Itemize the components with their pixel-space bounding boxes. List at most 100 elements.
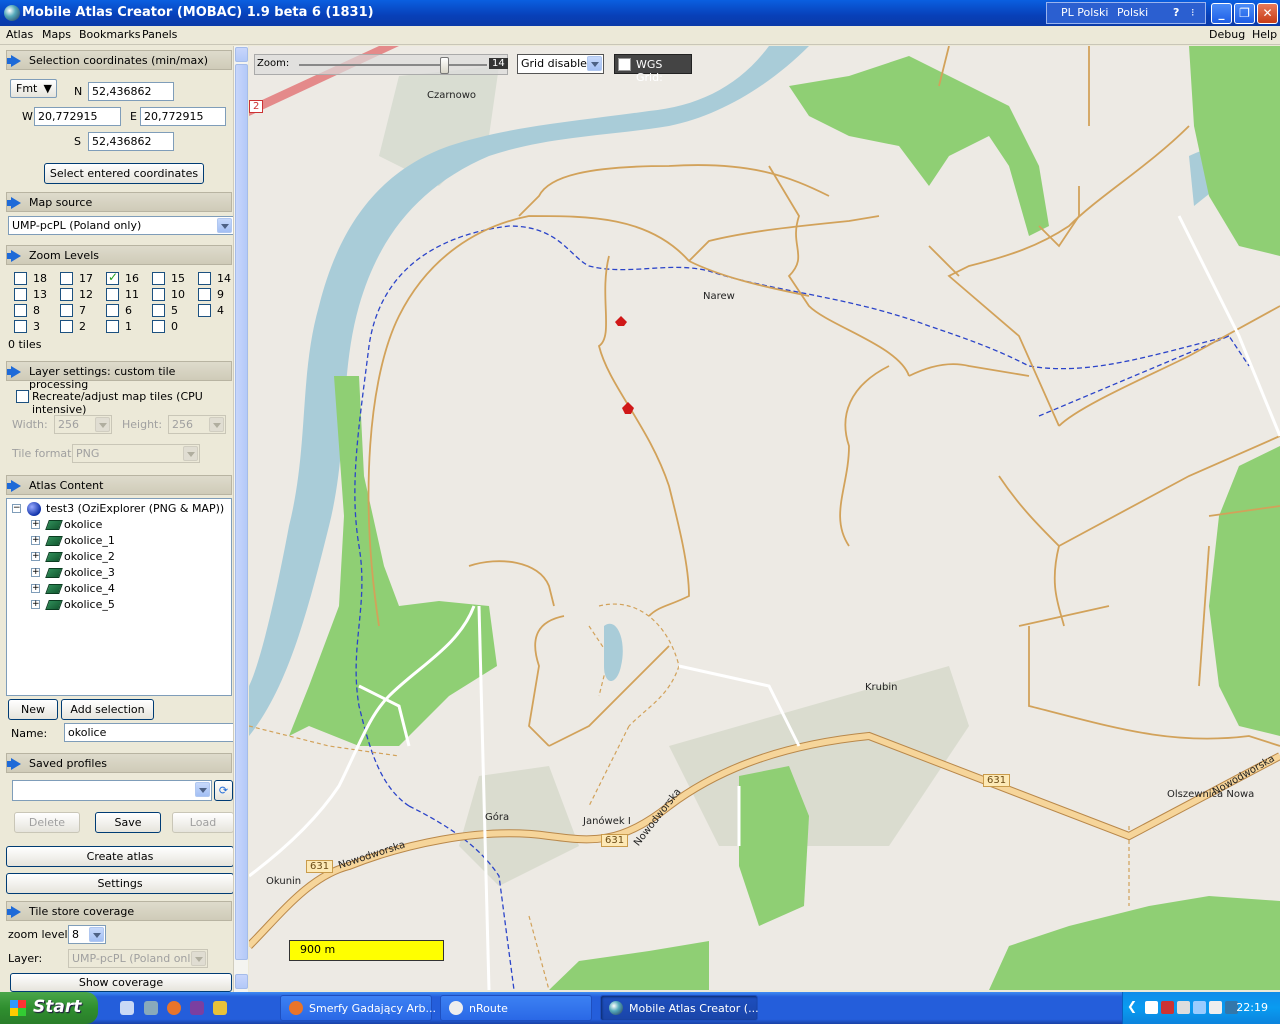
- zoom-slider-track[interactable]: [299, 64, 487, 66]
- wgs-grid-checkbox[interactable]: [618, 58, 631, 71]
- atlas-layer-item[interactable]: okolice_4: [64, 582, 115, 595]
- coverage-layer-select[interactable]: UMP-pcPL (Poland only): [68, 949, 208, 968]
- zoom-level-checkbox[interactable]: [152, 288, 165, 301]
- tray-network-icon[interactable]: [1177, 1001, 1190, 1014]
- zoom-level-checkbox[interactable]: [152, 272, 165, 285]
- layer-settings-header[interactable]: Layer settings: custom tile processing: [6, 361, 232, 391]
- profiles-select[interactable]: [12, 780, 212, 801]
- north-input[interactable]: 52,436862: [88, 82, 174, 101]
- zoom-level-checkbox[interactable]: [106, 304, 119, 317]
- expand-icon[interactable]: +: [31, 552, 40, 561]
- save-profile-button[interactable]: Save: [95, 812, 161, 833]
- atlas-layer-item[interactable]: okolice_5: [64, 598, 115, 611]
- settings-button[interactable]: Settings: [6, 873, 234, 894]
- map-source-header[interactable]: Map source: [6, 192, 232, 212]
- zoom-levels-header[interactable]: Zoom Levels: [6, 245, 232, 265]
- title-bar[interactable]: Mobile Atlas Creator (MOBAC) 1.9 beta 6 …: [0, 0, 1280, 26]
- show-coverage-button[interactable]: Show coverage: [10, 973, 232, 992]
- zoom-level-checkbox[interactable]: [14, 288, 27, 301]
- new-button[interactable]: New: [8, 699, 58, 720]
- keyboard-polski[interactable]: Polski: [1117, 6, 1148, 19]
- select-coordinates-button[interactable]: Select entered coordinates: [44, 163, 204, 184]
- menu-bookmarks[interactable]: Bookmarks: [79, 28, 140, 41]
- atlas-name-input[interactable]: okolice: [64, 723, 234, 742]
- langbar-options-icon[interactable]: ⁝: [1191, 6, 1195, 19]
- tray-expand-icon[interactable]: ❮: [1127, 999, 1140, 1013]
- expand-icon[interactable]: +: [31, 536, 40, 545]
- minimize-button[interactable]: _: [1211, 3, 1232, 24]
- quicklaunch-tool-icon[interactable]: [213, 1001, 227, 1015]
- refresh-profiles-button[interactable]: ⟳: [214, 780, 233, 801]
- zoom-level-checkbox[interactable]: [60, 304, 73, 317]
- width-select[interactable]: 256: [54, 415, 112, 434]
- zoom-level-checkbox[interactable]: [106, 288, 119, 301]
- zoom-level-checkbox[interactable]: [152, 320, 165, 333]
- fmt-button[interactable]: Fmt ▼: [10, 79, 57, 98]
- atlas-root[interactable]: test3 (OziExplorer (PNG & MAP)): [46, 502, 224, 515]
- zoom-level-checkbox[interactable]: [106, 320, 119, 333]
- task-mobac[interactable]: Mobile Atlas Creator (...: [600, 995, 759, 1021]
- dropdown-arrow-icon[interactable]: [217, 218, 232, 233]
- map-source-select[interactable]: UMP-pcPL (Poland only): [8, 216, 234, 235]
- atlas-layer-item[interactable]: okolice: [64, 518, 102, 531]
- zoom-level-checkbox[interactable]: [60, 272, 73, 285]
- delete-profile-button[interactable]: Delete: [14, 812, 80, 833]
- start-button[interactable]: Start: [0, 992, 98, 1024]
- maximize-button[interactable]: ❐: [1234, 3, 1255, 24]
- quicklaunch-icon[interactable]: [144, 1001, 158, 1015]
- east-input[interactable]: 20,772915: [140, 107, 226, 126]
- wgs-grid-toggle[interactable]: WGS Grid:: [614, 54, 692, 84]
- saved-profiles-header[interactable]: Saved profiles: [6, 753, 232, 773]
- recreate-tiles-checkbox[interactable]: [16, 390, 29, 403]
- zoom-level-checkbox[interactable]: [152, 304, 165, 317]
- grid-select[interactable]: Grid disabled: [517, 54, 604, 74]
- height-select[interactable]: 256: [168, 415, 226, 434]
- atlas-layer-item[interactable]: okolice_1: [64, 534, 115, 547]
- clock[interactable]: 22:19: [1236, 1001, 1268, 1014]
- scroll-up-icon[interactable]: [235, 47, 248, 62]
- language-bar[interactable]: PL Polski Polski ? ⁝: [1046, 2, 1206, 24]
- zoom-level-checkbox[interactable]: [60, 320, 73, 333]
- add-selection-button[interactable]: Add selection: [61, 699, 154, 720]
- menu-atlas[interactable]: Atlas: [6, 28, 33, 41]
- selection-header[interactable]: Selection coordinates (min/max): [6, 50, 232, 70]
- language-pl[interactable]: PL Polski: [1061, 6, 1108, 19]
- atlas-layer-item[interactable]: okolice_3: [64, 566, 115, 579]
- app-icon[interactable]: [4, 5, 20, 21]
- help-icon[interactable]: ?: [1173, 6, 1179, 19]
- quicklaunch-app-icon[interactable]: [190, 1001, 204, 1015]
- expand-icon[interactable]: +: [31, 600, 40, 609]
- task-nroute[interactable]: nRoute: [440, 995, 592, 1021]
- tile-store-coverage-header[interactable]: Tile store coverage: [6, 901, 232, 921]
- expand-icon[interactable]: +: [31, 584, 40, 593]
- create-atlas-button[interactable]: Create atlas: [6, 846, 234, 867]
- load-profile-button[interactable]: Load: [172, 812, 234, 833]
- zoom-level-checkbox[interactable]: [60, 288, 73, 301]
- expand-icon[interactable]: +: [31, 520, 40, 529]
- tile-format-select[interactable]: PNG: [72, 444, 200, 463]
- expand-icon[interactable]: +: [31, 568, 40, 577]
- menu-help[interactable]: Help: [1252, 28, 1277, 41]
- south-input[interactable]: 52,436862: [88, 132, 174, 151]
- menu-maps[interactable]: Maps: [42, 28, 71, 41]
- dropdown-arrow-icon[interactable]: [89, 927, 104, 942]
- zoom-slider-thumb[interactable]: [439, 57, 449, 74]
- atlas-tree[interactable]: − test3 (OziExplorer (PNG & MAP)) + okoli…: [6, 498, 232, 696]
- scroll-down-icon[interactable]: [235, 974, 248, 989]
- zoom-level-checkbox[interactable]: [106, 270, 119, 285]
- map-view[interactable]: Czarnowo Narew Krubin Góra Janówek I Oku…: [249, 46, 1280, 990]
- tray-app-icon[interactable]: [1161, 1001, 1174, 1014]
- zoom-level-checkbox[interactable]: [198, 288, 211, 301]
- coverage-zoom-select[interactable]: 8: [68, 925, 106, 944]
- atlas-layer-item[interactable]: okolice_2: [64, 550, 115, 563]
- zoom-level-checkbox[interactable]: [14, 272, 27, 285]
- show-desktop-icon[interactable]: [120, 1001, 134, 1015]
- dropdown-arrow-icon[interactable]: [587, 56, 602, 71]
- menu-panels[interactable]: Panels: [142, 28, 177, 41]
- west-input[interactable]: 20,772915: [34, 107, 121, 126]
- task-smerfy[interactable]: Smerfy Gadający Arb...: [280, 995, 436, 1021]
- collapse-icon[interactable]: −: [12, 504, 21, 513]
- zoom-level-checkbox[interactable]: [14, 320, 27, 333]
- dropdown-arrow-icon[interactable]: [195, 782, 210, 797]
- left-panel-scrollbar[interactable]: [233, 46, 248, 992]
